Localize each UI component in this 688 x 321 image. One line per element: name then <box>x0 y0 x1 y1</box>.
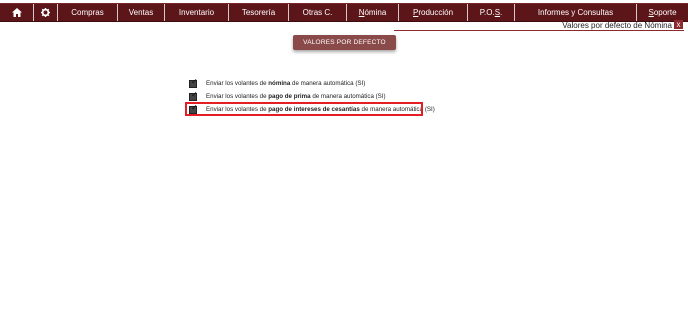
menu-inventario[interactable]: Inventario <box>165 4 229 21</box>
menu-pos-pre: P.O. <box>479 8 495 17</box>
highlight-box <box>185 102 423 116</box>
gear-icon[interactable] <box>34 4 58 21</box>
option-value: (SI) <box>424 105 435 113</box>
menu-ventas[interactable]: Ventas <box>118 4 165 21</box>
checkbox-pago-prima[interactable]: ✓ <box>189 90 198 101</box>
check-icon: ✓ <box>191 90 198 99</box>
option-text-prefix: Enviar los volantes de <box>206 79 267 87</box>
option-value: (SI) <box>355 79 366 87</box>
valores-por-defecto-button[interactable]: VALORES POR DEFECTO <box>293 35 396 50</box>
menu-soporte[interactable]: Soporte <box>637 4 688 21</box>
close-icon[interactable]: x <box>674 20 683 29</box>
option-text-prefix: Enviar los volantes de <box>206 92 267 100</box>
menu-otras-c[interactable]: Otras C. <box>289 4 347 21</box>
menu-informes-consultas[interactable]: Informes y Consultas <box>515 4 637 21</box>
menu-nomina[interactable]: Nómina <box>347 4 399 21</box>
menu-pos[interactable]: P.O. S. <box>468 4 515 21</box>
option-nomina: ✓ Enviar los volantes de nómina de maner… <box>189 78 365 88</box>
menu-pos-post: . <box>500 8 503 17</box>
menu-tesoreria[interactable]: Tesorería <box>229 4 289 21</box>
home-icon[interactable] <box>0 4 34 21</box>
menu-nomina-post: ómina <box>364 8 387 17</box>
option-text-suffix: de manera automática <box>312 92 374 100</box>
option-text-bold: pago de prima <box>268 92 311 100</box>
option-text-suffix: de manera automática <box>292 79 354 87</box>
menu-produccion-post: roducción <box>418 8 454 17</box>
option-pago-prima: ✓ Enviar los volantes de pago de prima d… <box>189 91 386 101</box>
menu-compras[interactable]: Compras <box>58 4 118 21</box>
menu-soporte-post: oporte <box>653 8 677 17</box>
option-value: (SI) <box>375 92 386 100</box>
check-icon: ✓ <box>191 77 198 86</box>
panel-divider <box>394 30 684 31</box>
menu-produccion[interactable]: Producción <box>399 4 468 21</box>
checkbox-nomina[interactable]: ✓ <box>189 77 198 88</box>
option-text-bold: nómina <box>268 79 291 87</box>
